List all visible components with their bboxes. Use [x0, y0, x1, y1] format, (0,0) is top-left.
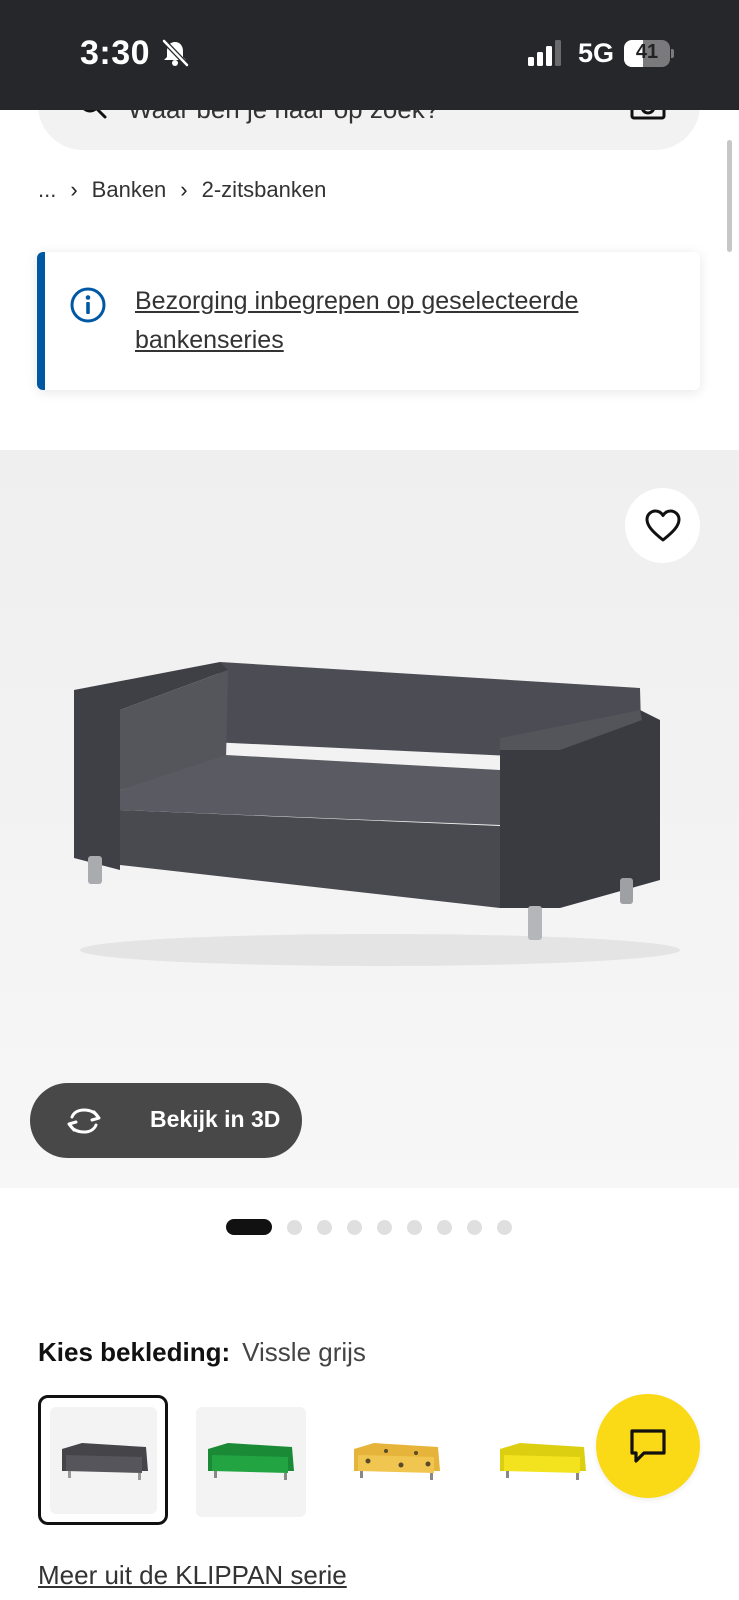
upholstery-selection: Kies bekleding: Vissle grijs — [38, 1337, 366, 1368]
battery-level: 41 — [635, 41, 659, 63]
chat-button[interactable] — [596, 1394, 700, 1498]
carousel-indicator — [226, 1218, 527, 1236]
swatch-yellow-pattern[interactable] — [330, 1395, 460, 1525]
sofa-thumbnail-grey — [62, 1443, 148, 1480]
info-banner: Bezorging inbegrepen op geselecteerde ba… — [37, 252, 700, 390]
network-type: 5G — [578, 38, 615, 68]
view-3d-label: Bekijk in 3D — [150, 1106, 281, 1132]
carousel-dot[interactable] — [317, 1219, 332, 1235]
chat-bubble-icon — [630, 1429, 666, 1463]
breadcrumb-ellipsis[interactable]: ... — [38, 177, 56, 203]
view-3d-button[interactable]: Bekijk in 3D — [30, 1083, 302, 1158]
chevron-right-icon: › — [180, 177, 188, 202]
klippan-series-link[interactable]: Meer uit de KLIPPAN serie — [38, 1560, 347, 1591]
carousel-dot[interactable] — [377, 1219, 392, 1235]
carousel-dot[interactable] — [467, 1219, 482, 1235]
rotate-3d-icon — [67, 1108, 101, 1134]
carousel-dot[interactable] — [407, 1219, 422, 1235]
favorite-button[interactable] — [625, 488, 700, 563]
breadcrumb: ... › Banken › 2-zitsbanken — [38, 175, 326, 205]
breadcrumb-2-zitsbanken[interactable]: 2-zitsbanken — [202, 177, 327, 203]
upholstery-value: Vissle grijs — [242, 1337, 366, 1367]
upholstery-label: Kies bekleding: — [38, 1337, 231, 1367]
info-banner-accent — [37, 252, 45, 390]
carousel-dot-active[interactable] — [226, 1219, 272, 1235]
chevron-right-icon: › — [70, 177, 78, 202]
sofa-thumbnail-yellow — [500, 1443, 586, 1480]
breadcrumb-banken[interactable]: Banken — [92, 177, 167, 203]
sofa-thumbnail-yellow-pattern — [354, 1443, 440, 1480]
product-image-gallery[interactable]: Bekijk in 3D — [0, 450, 739, 1188]
status-bar: 3:30 5G 41 — [0, 0, 739, 110]
battery-icon: 41 — [624, 40, 674, 67]
delivery-info-link[interactable]: Bezorging inbegrepen op geselecteerde ba… — [135, 282, 655, 360]
carousel-dot[interactable] — [437, 1219, 452, 1235]
sofa-thumbnail-green — [208, 1443, 294, 1480]
carousel-dot[interactable] — [287, 1219, 302, 1235]
heart-icon — [645, 509, 680, 541]
carousel-dot[interactable] — [497, 1219, 512, 1235]
carousel-dot[interactable] — [347, 1219, 362, 1235]
swatch-grey[interactable] — [38, 1395, 168, 1525]
scrollbar[interactable] — [727, 140, 732, 252]
info-icon — [70, 287, 106, 323]
status-time: 3:30 — [80, 34, 151, 72]
swatch-yellow[interactable] — [476, 1395, 606, 1525]
swatch-green[interactable] — [184, 1395, 314, 1525]
bell-slash-icon — [162, 39, 189, 67]
sofa-product-photo — [74, 662, 680, 966]
cellular-signal-icon — [528, 40, 561, 66]
